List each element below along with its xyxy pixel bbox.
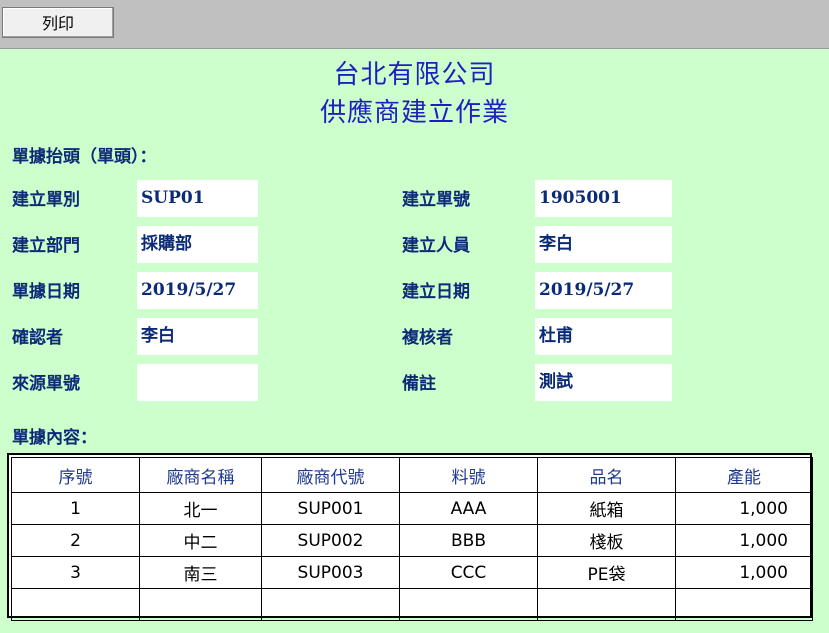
confirmer-label: 確認者 [12,328,63,348]
remark-label: 備註 [402,374,436,394]
department-label: 建立部門 [12,236,80,256]
col-header-seq: 序號 [11,457,140,493]
cell-item-name[interactable]: 棧板 [537,524,676,557]
doc-date-field[interactable]: 2019/5/27 [137,272,258,309]
doc-type-label: 建立單別 [12,190,80,210]
source-no-field[interactable] [137,364,258,401]
cell-vendor-name[interactable]: 北一 [139,492,262,525]
toolbar: 列印 [0,0,829,49]
doc-date-label: 單據日期 [12,282,80,302]
company-title: 台北有限公司 [333,60,496,90]
department-field[interactable]: 採購部 [137,226,258,263]
doc-type-field[interactable]: SUP01 [137,180,258,217]
cell-vendor-code[interactable]: SUP003 [261,556,400,589]
doc-no-label: 建立單號 [402,190,470,210]
creator-label: 建立人員 [402,236,470,256]
table-row-empty[interactable] [11,588,813,621]
cell-capacity[interactable]: 1,000 [675,492,813,525]
cell-item-name[interactable]: PE袋 [537,556,676,589]
cell-part-no[interactable]: BBB [399,524,538,557]
cell-part-no[interactable]: AAA [399,492,538,525]
reviewer-label: 複核者 [402,328,453,348]
col-header-vendor-code: 廠商代號 [261,457,400,493]
table-header-row: 序號 廠商名稱 廠商代號 料號 品名 產能 [11,457,813,493]
cell-item-name[interactable]: 紙箱 [537,492,676,525]
cell-vendor-code[interactable]: SUP001 [261,492,400,525]
create-date-field[interactable]: 2019/5/27 [535,272,672,309]
cell-capacity[interactable]: 1,000 [675,524,813,557]
cell-part-no[interactable]: CCC [399,556,538,589]
cell-vendor-name[interactable]: 中二 [139,524,262,557]
cell-capacity[interactable] [675,588,813,621]
reviewer-field[interactable]: 杜甫 [535,318,672,355]
form-title: 供應商建立作業 [319,98,509,128]
col-header-part-no: 料號 [399,457,538,493]
create-date-label: 建立日期 [402,282,470,302]
print-button[interactable]: 列印 [2,7,114,38]
cell-seq[interactable]: 2 [11,524,140,557]
cell-part-no[interactable] [399,588,538,621]
confirmer-field[interactable]: 李白 [137,318,258,355]
col-header-item-name: 品名 [537,457,676,493]
col-header-vendor-name: 廠商名稱 [139,457,262,493]
doc-no-field[interactable]: 1905001 [535,180,672,217]
cell-seq[interactable]: 1 [11,492,140,525]
table-row[interactable]: 3 南三 SUP003 CCC PE袋 1,000 [11,556,813,589]
body-section-label: 單據內容： [12,428,97,448]
detail-table: 序號 廠商名稱 廠商代號 料號 品名 產能 1 北一 SUP001 AAA 紙箱… [7,453,813,621]
cell-vendor-name[interactable] [139,588,262,621]
col-header-capacity: 產能 [675,457,813,493]
cell-capacity[interactable]: 1,000 [675,556,813,589]
cell-vendor-code[interactable] [261,588,400,621]
cell-vendor-code[interactable]: SUP002 [261,524,400,557]
header-section-label: 單據抬頭（單頭）： [12,147,157,167]
table-row[interactable]: 2 中二 SUP002 BBB 棧板 1,000 [11,524,813,557]
cell-item-name[interactable] [537,588,676,621]
cell-seq[interactable]: 3 [11,556,140,589]
remark-field[interactable]: 測試 [535,364,672,401]
cell-vendor-name[interactable]: 南三 [139,556,262,589]
table-row[interactable]: 1 北一 SUP001 AAA 紙箱 1,000 [11,492,813,525]
creator-field[interactable]: 李白 [535,226,672,263]
source-no-label: 來源單號 [12,374,80,394]
cell-seq[interactable] [11,588,140,621]
